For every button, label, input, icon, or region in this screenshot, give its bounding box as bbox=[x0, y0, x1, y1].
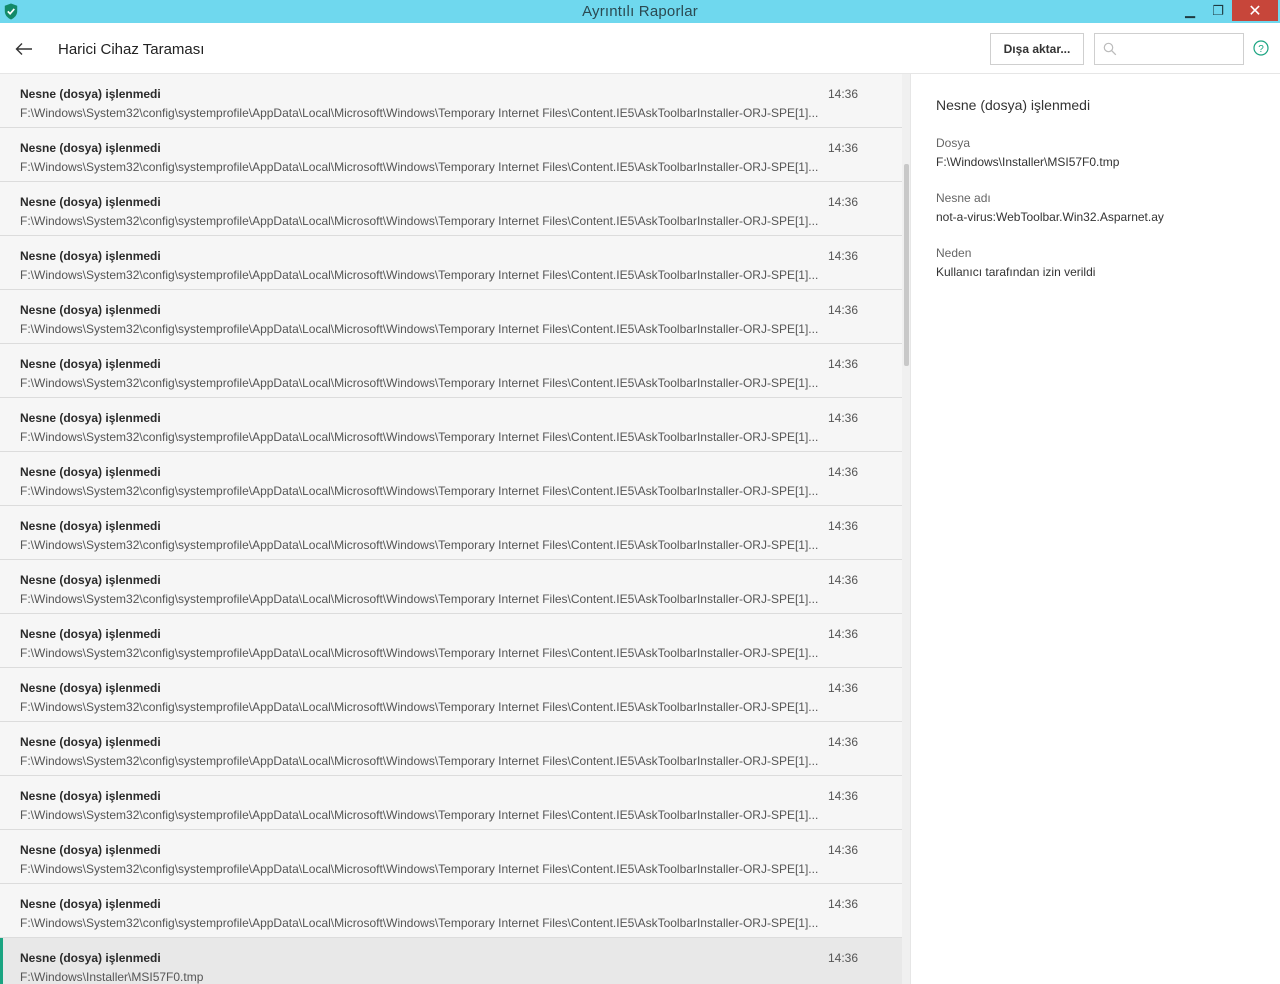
item-path: F:\Windows\System32\config\systemprofile… bbox=[20, 646, 819, 660]
window-titlebar: Ayrıntılı Raporlar ▁ ❐ ✕ bbox=[0, 0, 1280, 23]
svg-text:?: ? bbox=[1258, 44, 1264, 55]
item-time: 14:36 bbox=[828, 573, 859, 587]
list-item[interactable]: Nesne (dosya) işlenmedi 14:36 F:\Windows\S… bbox=[0, 398, 902, 452]
list-item[interactable]: Nesne (dosya) işlenmedi 14:36 F:\Windows\S… bbox=[0, 614, 902, 668]
item-title: Nesne (dosya) işlenmedi bbox=[20, 573, 161, 587]
item-title: Nesne (dosya) işlenmedi bbox=[20, 843, 161, 857]
list-scrollbar[interactable] bbox=[902, 74, 911, 984]
shield-check-icon bbox=[4, 3, 18, 20]
item-path: F:\Windows\System32\config\systemprofile… bbox=[20, 484, 819, 498]
reason-value: Kullanıcı tarafından izin verildi bbox=[936, 265, 1096, 279]
item-time: 14:36 bbox=[828, 951, 859, 965]
item-title: Nesne (dosya) işlenmedi bbox=[20, 735, 161, 749]
item-time: 14:36 bbox=[828, 735, 859, 749]
list-item[interactable]: Nesne (dosya) işlenmedi 14:36 F:\Windows\S… bbox=[0, 74, 902, 128]
item-time: 14:36 bbox=[828, 465, 859, 479]
item-time: 14:36 bbox=[828, 357, 859, 371]
item-title: Nesne (dosya) işlenmedi bbox=[20, 411, 161, 425]
item-path: F:\Windows\System32\config\systemprofile… bbox=[20, 754, 819, 768]
details-heading: Nesne (dosya) işlenmedi bbox=[936, 97, 1091, 113]
arrow-left-icon bbox=[15, 43, 32, 55]
event-list: Nesne (dosya) işlenmedi 14:36 F:\Windows\S… bbox=[0, 74, 902, 984]
list-item[interactable]: Nesne (dosya) işlenmedi 14:36 F:\Windows\S… bbox=[0, 506, 902, 560]
search-box[interactable] bbox=[1094, 33, 1244, 65]
item-title: Nesne (dosya) işlenmedi bbox=[20, 789, 161, 803]
item-time: 14:36 bbox=[828, 411, 859, 425]
item-path: F:\Windows\System32\config\systemprofile… bbox=[20, 916, 819, 930]
item-time: 14:36 bbox=[828, 519, 859, 533]
window-title: Ayrıntılı Raporlar bbox=[582, 3, 698, 20]
object-name-label: Nesne adı bbox=[936, 191, 991, 205]
item-time: 14:36 bbox=[828, 627, 859, 641]
list-item[interactable]: Nesne (dosya) işlenmedi 14:36 F:\Windows\S… bbox=[0, 236, 902, 290]
item-path: F:\Windows\System32\config\systemprofile… bbox=[20, 106, 819, 120]
item-path: F:\Windows\System32\config\systemprofile… bbox=[20, 700, 819, 714]
back-button[interactable] bbox=[12, 37, 36, 61]
item-path: F:\Windows\System32\config\systemprofile… bbox=[20, 376, 819, 390]
list-item[interactable]: Nesne (dosya) işlenmedi 14:36 F:\Windows\I… bbox=[0, 938, 902, 984]
close-button[interactable]: ✕ bbox=[1232, 0, 1278, 21]
item-title: Nesne (dosya) işlenmedi bbox=[20, 951, 161, 965]
item-path: F:\Windows\System32\config\systemprofile… bbox=[20, 214, 819, 228]
minimize-button[interactable]: ▁ bbox=[1176, 0, 1204, 21]
page-title: Harici Cihaz Taraması bbox=[58, 41, 205, 58]
list-item[interactable]: Nesne (dosya) işlenmedi 14:36 F:\Windows\S… bbox=[0, 668, 902, 722]
item-time: 14:36 bbox=[828, 141, 859, 155]
search-input[interactable] bbox=[1123, 38, 1239, 60]
list-item[interactable]: Nesne (dosya) işlenmedi 14:36 F:\Windows\S… bbox=[0, 344, 902, 398]
list-item[interactable]: Nesne (dosya) işlenmedi 14:36 F:\Windows\S… bbox=[0, 290, 902, 344]
item-title: Nesne (dosya) işlenmedi bbox=[20, 465, 161, 479]
item-title: Nesne (dosya) işlenmedi bbox=[20, 897, 161, 911]
item-time: 14:36 bbox=[828, 195, 859, 209]
list-item[interactable]: Nesne (dosya) işlenmedi 14:36 F:\Windows\S… bbox=[0, 182, 902, 236]
item-path: F:\Windows\System32\config\systemprofile… bbox=[20, 808, 819, 822]
object-name-value: not-a-virus:WebToolbar.Win32.Asparnet.ay bbox=[936, 210, 1164, 224]
item-time: 14:36 bbox=[828, 87, 859, 101]
item-title: Nesne (dosya) işlenmedi bbox=[20, 195, 161, 209]
item-title: Nesne (dosya) işlenmedi bbox=[20, 357, 161, 371]
item-path: F:\Windows\System32\config\systemprofile… bbox=[20, 268, 819, 282]
item-title: Nesne (dosya) işlenmedi bbox=[20, 627, 161, 641]
item-time: 14:36 bbox=[828, 681, 859, 695]
file-label: Dosya bbox=[936, 136, 971, 150]
item-title: Nesne (dosya) işlenmedi bbox=[20, 519, 161, 533]
item-title: Nesne (dosya) işlenmedi bbox=[20, 141, 161, 155]
details-panel: Nesne (dosya) işlenmedi Dosya F:\Windows… bbox=[911, 74, 1280, 984]
restore-button[interactable]: ❐ bbox=[1204, 0, 1232, 21]
item-time: 14:36 bbox=[828, 789, 859, 803]
item-time: 14:36 bbox=[828, 897, 859, 911]
item-path: F:\Windows\System32\config\systemprofile… bbox=[20, 322, 819, 336]
list-item[interactable]: Nesne (dosya) işlenmedi 14:36 F:\Windows\S… bbox=[0, 722, 902, 776]
file-value: F:\Windows\Installer\MSI57F0.tmp bbox=[936, 155, 1120, 169]
list-item[interactable]: Nesne (dosya) işlenmedi 14:36 F:\Windows\S… bbox=[0, 452, 902, 506]
scrollbar-thumb[interactable] bbox=[904, 164, 909, 366]
item-path: F:\Windows\System32\config\systemprofile… bbox=[20, 430, 819, 444]
item-time: 14:36 bbox=[828, 843, 859, 857]
list-item[interactable]: Nesne (dosya) işlenmedi 14:36 F:\Windows\S… bbox=[0, 560, 902, 614]
item-path: F:\Windows\System32\config\systemprofile… bbox=[20, 160, 819, 174]
item-path: F:\Windows\System32\config\systemprofile… bbox=[20, 592, 819, 606]
item-path: F:\Windows\System32\config\systemprofile… bbox=[20, 538, 819, 552]
item-time: 14:36 bbox=[828, 249, 859, 263]
export-button[interactable]: Dışa aktar... bbox=[990, 33, 1084, 65]
page-header: Harici Cihaz Taraması Dışa aktar... ? bbox=[0, 23, 1280, 74]
help-icon[interactable]: ? bbox=[1253, 40, 1269, 56]
item-time: 14:36 bbox=[828, 303, 859, 317]
item-title: Nesne (dosya) işlenmedi bbox=[20, 249, 161, 263]
item-path: F:\Windows\Installer\MSI57F0.tmp bbox=[20, 970, 204, 984]
item-title: Nesne (dosya) işlenmedi bbox=[20, 681, 161, 695]
list-item[interactable]: Nesne (dosya) işlenmedi 14:36 F:\Windows\S… bbox=[0, 776, 902, 830]
reason-label: Neden bbox=[936, 246, 972, 260]
item-path: F:\Windows\System32\config\systemprofile… bbox=[20, 862, 819, 876]
list-item[interactable]: Nesne (dosya) işlenmedi 14:36 F:\Windows\S… bbox=[0, 830, 902, 884]
search-icon bbox=[1103, 42, 1117, 56]
list-item[interactable]: Nesne (dosya) işlenmedi 14:36 F:\Windows\S… bbox=[0, 884, 902, 938]
item-title: Nesne (dosya) işlenmedi bbox=[20, 87, 161, 101]
item-title: Nesne (dosya) işlenmedi bbox=[20, 303, 161, 317]
list-item[interactable]: Nesne (dosya) işlenmedi 14:36 F:\Windows\S… bbox=[0, 128, 902, 182]
